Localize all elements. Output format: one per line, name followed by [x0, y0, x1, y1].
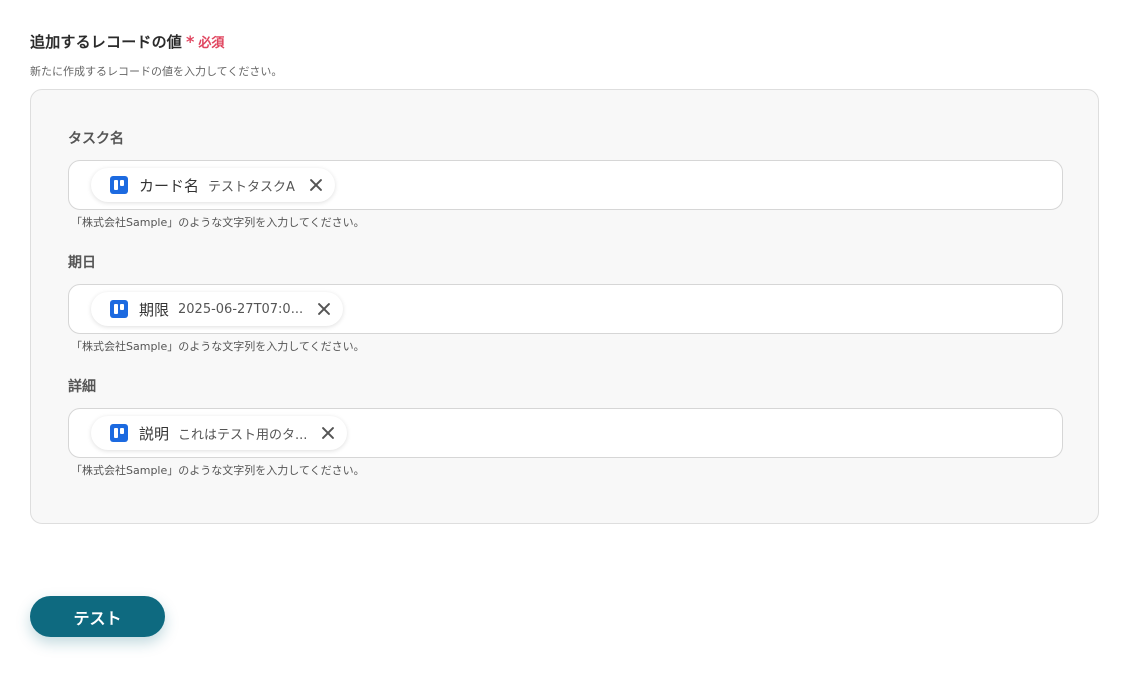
due-date-input[interactable]: 期限 2025-06-27T07:0... [68, 284, 1063, 334]
record-values-panel: タスク名 カード名 テストタスクA 「株式会社Sample」のような文字列を入力… [30, 89, 1099, 524]
close-icon[interactable] [317, 422, 339, 444]
chip-name: 期限 [139, 300, 170, 319]
chip-name: 説明 [139, 424, 170, 443]
chip-value: これはテスト用のタ... [178, 427, 308, 443]
field-hint: 「株式会社Sample」のような文字列を入力してください。 [71, 216, 365, 229]
required-label: 必須 [198, 36, 225, 51]
page: 追加するレコードの値 * 必須 新たに作成するレコードの値を入力してください。 … [0, 0, 1133, 688]
variable-chip[interactable]: カード名 テストタスクA [91, 168, 335, 202]
field-label: 詳細 [68, 379, 96, 395]
section-title: 追加するレコードの値 [30, 33, 183, 51]
variable-chip[interactable]: 説明 これはテスト用のタ... [91, 416, 348, 450]
task-name-input[interactable]: カード名 テストタスクA [68, 160, 1063, 210]
chip-value: 2025-06-27T07:0... [178, 301, 304, 317]
field-hint: 「株式会社Sample」のような文字列を入力してください。 [71, 340, 365, 353]
test-button[interactable]: テスト [30, 596, 165, 637]
trello-icon [110, 176, 128, 194]
close-icon[interactable] [313, 298, 335, 320]
trello-icon [110, 300, 128, 318]
section-description: 新たに作成するレコードの値を入力してください。 [30, 65, 283, 78]
field-due-date: 期日 期限 2025-06-27T07:0... 「株式会社Sample」のよう… [68, 252, 1063, 353]
close-icon[interactable] [305, 174, 327, 196]
chip-name: カード名 [139, 176, 200, 195]
chip-value: テストタスクA [208, 179, 295, 195]
trello-icon [110, 424, 128, 442]
details-input[interactable]: 説明 これはテスト用のタ... [68, 408, 1063, 458]
section-header: 追加するレコードの値 * 必須 [30, 31, 224, 52]
field-task-name: タスク名 カード名 テストタスクA 「株式会社Sample」のような文字列を入力… [68, 128, 1063, 229]
field-label: タスク名 [68, 131, 124, 147]
field-label: 期日 [68, 255, 96, 271]
variable-chip[interactable]: 期限 2025-06-27T07:0... [91, 292, 344, 326]
field-hint: 「株式会社Sample」のような文字列を入力してください。 [71, 464, 365, 477]
field-details: 詳細 説明 これはテスト用のタ... 「株式会社Sample」のような文字列を入… [68, 376, 1063, 477]
required-asterisk: * [186, 31, 195, 51]
